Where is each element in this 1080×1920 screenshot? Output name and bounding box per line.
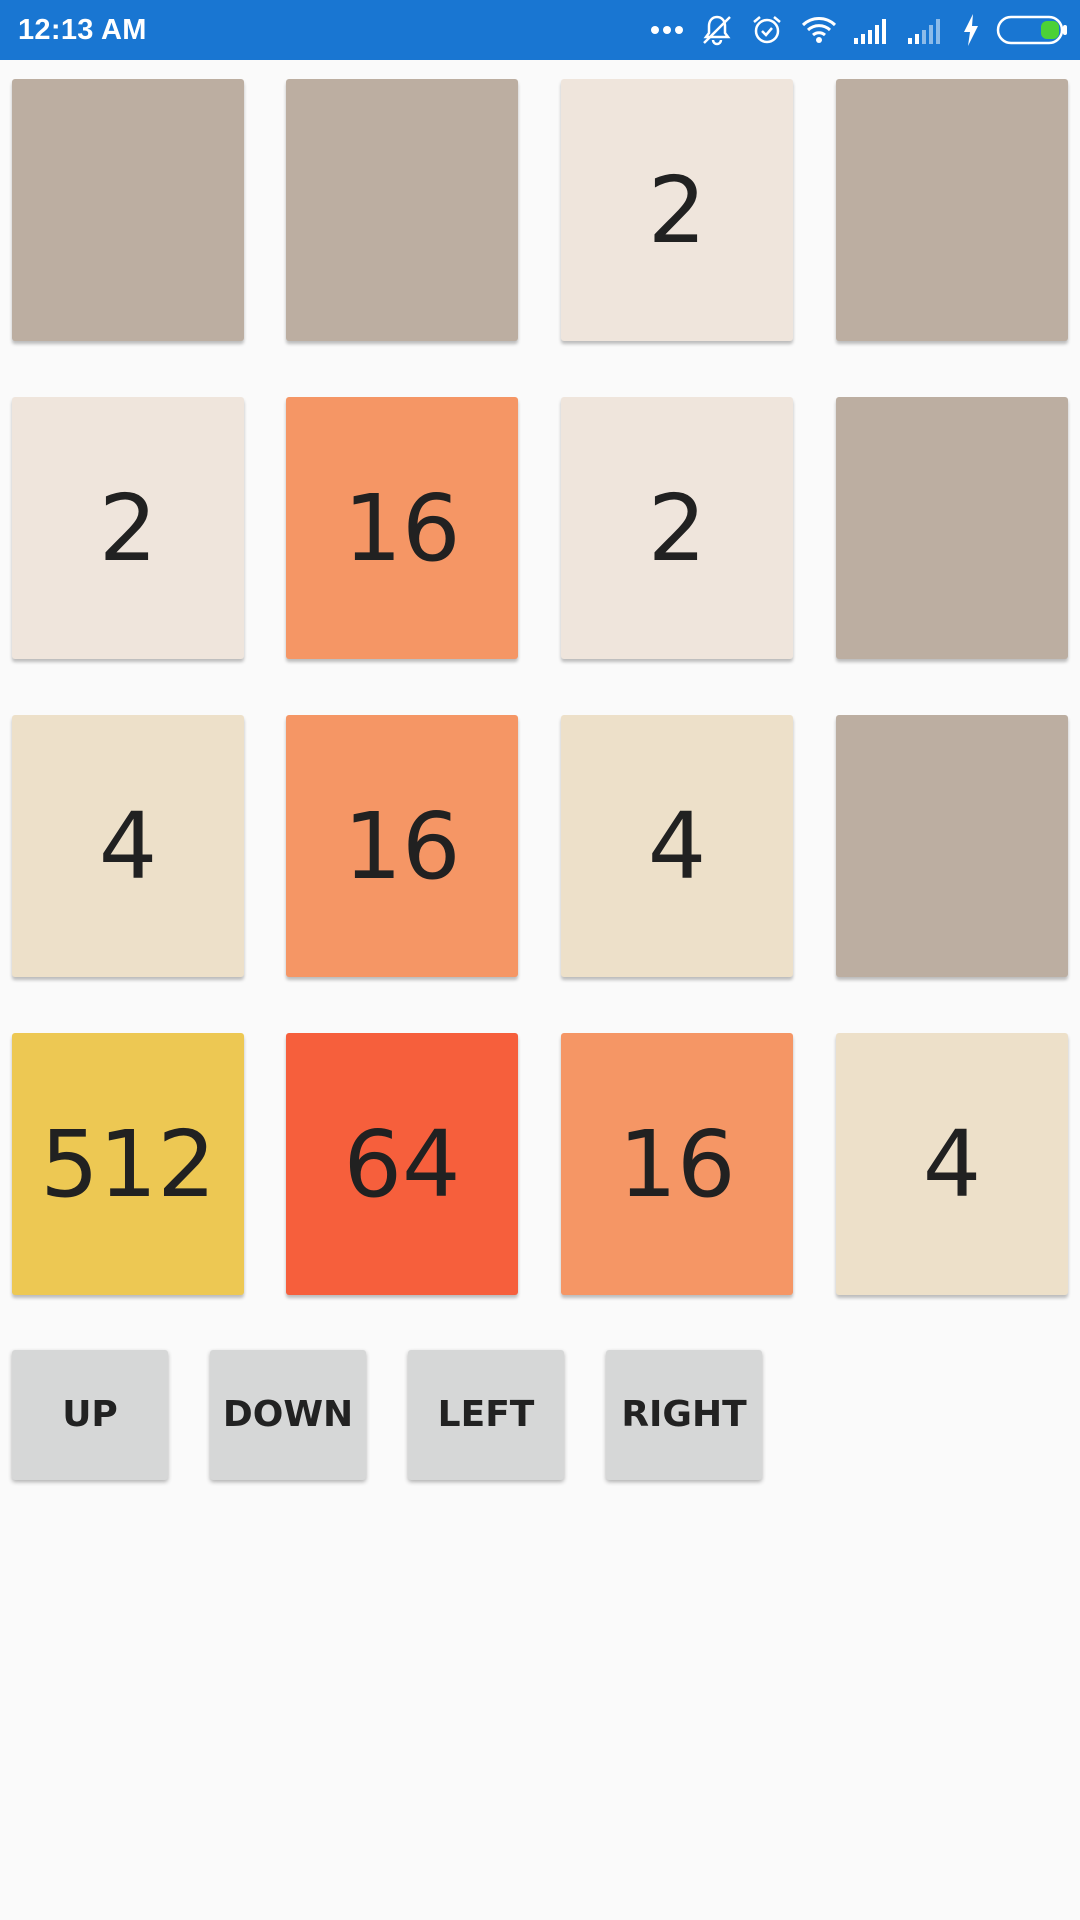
status-bar: 12:13 AM (0, 0, 1080, 60)
tile-value: 16 (618, 1110, 736, 1218)
status-time: 12:13 AM (18, 14, 147, 46)
wifi-icon (800, 15, 838, 45)
tile: 16 (561, 1033, 793, 1295)
empty-tile (836, 79, 1068, 341)
battery-icon (996, 15, 1068, 45)
tile-value: 16 (343, 474, 461, 582)
tile: 512 (12, 1033, 244, 1295)
tile-value: 2 (647, 474, 707, 582)
empty-tile (836, 715, 1068, 977)
left-button[interactable]: LEFT (408, 1350, 564, 1480)
notifications-off-icon (700, 13, 734, 47)
more-dots-icon (650, 25, 684, 35)
tile-value: 2 (98, 474, 158, 582)
empty-tile (12, 79, 244, 341)
empty-tile (286, 79, 518, 341)
tile: 4 (561, 715, 793, 977)
tile-value: 64 (343, 1110, 461, 1218)
tile-value: 4 (647, 792, 707, 900)
tile: 16 (286, 397, 518, 659)
tile: 16 (286, 715, 518, 977)
tile-value: 16 (343, 792, 461, 900)
tile: 64 (286, 1033, 518, 1295)
empty-tile (836, 397, 1068, 659)
charging-icon (962, 14, 980, 46)
tile-value: 4 (98, 792, 158, 900)
alarm-icon (750, 13, 784, 47)
tile: 4 (836, 1033, 1068, 1295)
status-icons (650, 0, 1068, 60)
signal-icon (854, 16, 892, 44)
tile: 2 (561, 79, 793, 341)
tile: 2 (12, 397, 244, 659)
right-button[interactable]: RIGHT (606, 1350, 762, 1480)
tile-value: 4 (922, 1110, 982, 1218)
tile-value: 512 (40, 1110, 216, 1218)
tile: 2 (561, 397, 793, 659)
tile: 4 (12, 715, 244, 977)
up-button[interactable]: UP (12, 1350, 168, 1480)
signal-weak-icon (908, 16, 946, 44)
down-button[interactable]: DOWN (210, 1350, 366, 1480)
tile-value: 2 (647, 156, 707, 264)
